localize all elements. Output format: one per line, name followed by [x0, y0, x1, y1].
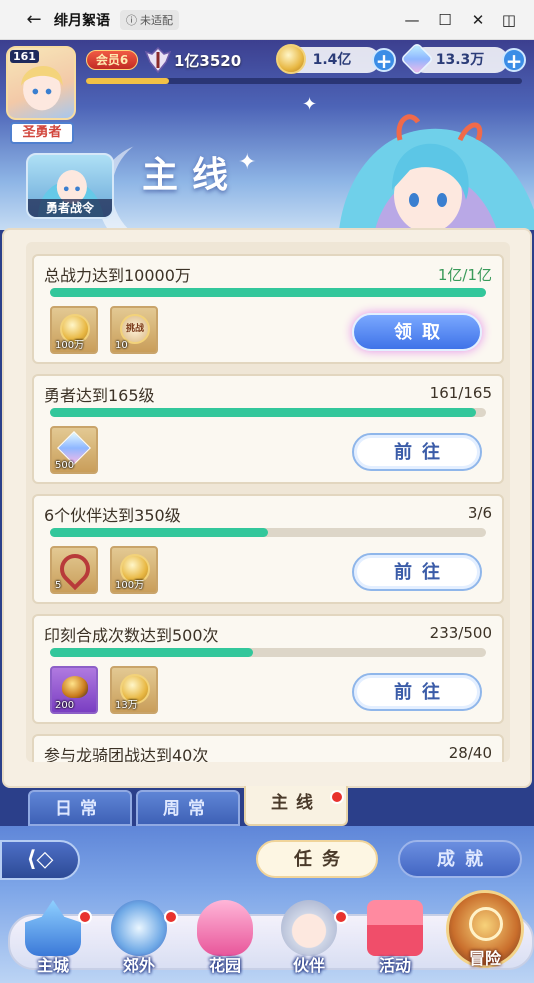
reward-item[interactable]: 13万: [110, 666, 158, 714]
reward-quantity: 10: [115, 340, 128, 351]
quest-progress-track: [50, 408, 486, 417]
quest-card: 参与龙骑团战达到40次 28/40: [32, 734, 504, 762]
window-titlebar: ← 绯月絮语 ⓘ 未适配 — ☐ ✕ ◫: [0, 0, 534, 40]
heart-icon: [197, 900, 253, 956]
exp-bar-fill: [86, 78, 169, 84]
partner-portrait-icon: [281, 900, 337, 956]
magic-circle-icon: [111, 900, 167, 956]
nav-partner-reddot: [334, 910, 348, 924]
gold-coin-icon: [276, 44, 306, 74]
nav-partner-label: 伙伴: [292, 956, 325, 975]
sparkle-icon: ✦: [302, 94, 318, 115]
quest-card: 总战力达到10000万 1亿/1亿 100万 挑战 10 领取: [32, 254, 504, 364]
quest-title: 6个伙伴达到350级: [44, 506, 181, 525]
castle-icon: [25, 900, 81, 956]
reward-item[interactable]: 100万: [110, 546, 158, 594]
tab-daily[interactable]: 日常: [28, 790, 132, 826]
challenge-badge-text: 挑战: [125, 324, 144, 334]
quest-progress-track: [50, 648, 486, 657]
tab-main-reddot: [330, 790, 344, 804]
battle-pass-button[interactable]: 勇者战令: [26, 153, 114, 219]
diamond-add-button[interactable]: +: [502, 48, 526, 72]
nav-event[interactable]: 活动: [352, 900, 438, 980]
gift-box-icon: [367, 900, 423, 956]
quest-title: 印刻合成次数达到500次: [44, 626, 219, 645]
reward-item[interactable]: 挑战 10: [110, 306, 158, 354]
quest-progress-text: 3/6: [467, 504, 492, 522]
quest-card: 6个伙伴达到350级 3/6 5 100万 前往: [32, 494, 504, 604]
reward-quantity: 13万: [115, 700, 138, 711]
quest-progress-track: [50, 288, 486, 297]
reward-item[interactable]: 100万: [50, 306, 98, 354]
nav-outskirts-label: 郊外: [122, 956, 155, 975]
reward-quantity: 100万: [55, 340, 85, 351]
imprint-stone-icon: [62, 676, 88, 698]
reward-quantity: 5: [55, 580, 62, 591]
minimize-button[interactable]: —: [400, 8, 424, 32]
player-avatar[interactable]: 161: [6, 46, 76, 120]
quest-title: 总战力达到10000万: [44, 266, 191, 285]
page-title: 主线: [142, 155, 243, 196]
avatar-portrait: [21, 66, 63, 111]
quest-progress-text: 1亿/1亿: [437, 266, 492, 284]
quest-progress-fill: [50, 528, 268, 537]
quest-card: 勇者达到165级 161/165 500 前往: [32, 374, 504, 484]
reward-item[interactable]: 200: [50, 666, 98, 714]
vip-badge[interactable]: 会员6: [86, 50, 138, 70]
quest-progress-fill: [50, 648, 253, 657]
goto-button[interactable]: 前往: [352, 553, 482, 591]
quest-title: 勇者达到165级: [44, 386, 155, 405]
heroine-illustration: [339, 114, 534, 230]
quest-card: 印刻合成次数达到500次 233/500 200 13万 前往: [32, 614, 504, 724]
task-mode-button[interactable]: 任务: [256, 840, 378, 878]
goto-button[interactable]: 前往: [352, 673, 482, 711]
reward-quantity: 100万: [115, 580, 145, 591]
compat-badge-label: 未适配: [140, 13, 173, 27]
nav-city-reddot: [78, 910, 92, 924]
nav-event-label: 活动: [378, 956, 411, 975]
quest-progress-text: 233/500: [429, 624, 492, 642]
power-crest-icon: [144, 46, 172, 74]
quest-progress-text: 28/40: [448, 744, 492, 762]
compat-badge[interactable]: ⓘ 未适配: [120, 9, 179, 30]
tab-weekly[interactable]: 周常: [136, 790, 240, 826]
back-arrow-icon[interactable]: ←: [20, 6, 48, 34]
nav-garden[interactable]: 花园: [182, 900, 268, 980]
gold-add-button[interactable]: +: [372, 48, 396, 72]
battle-pass-label: 勇者战令: [28, 199, 112, 217]
collapse-arrow-button[interactable]: ⟨◇: [0, 840, 80, 880]
combat-power-value: 1亿3520: [174, 52, 242, 70]
achievement-mode-button[interactable]: 成就: [398, 840, 522, 878]
sidebar-toggle-button[interactable]: ◫: [497, 8, 521, 32]
reward-quantity: 500: [55, 460, 75, 471]
maximize-button[interactable]: ☐: [433, 8, 457, 32]
quest-progress-text: 161/165: [429, 384, 492, 402]
goto-button[interactable]: 前往: [352, 433, 482, 471]
reward-quantity: 200: [55, 700, 75, 711]
player-rank-title: 圣勇者: [10, 122, 74, 144]
window-title: 绯月絮语: [54, 12, 110, 29]
reward-item[interactable]: 500: [50, 426, 98, 474]
quest-list[interactable]: 总战力达到10000万 1亿/1亿 100万 挑战 10 领取勇者达到165级 161/16…: [26, 242, 510, 762]
quest-progress-fill: [50, 288, 486, 297]
quest-progress-fill: [50, 408, 476, 417]
info-icon: ⓘ: [126, 13, 137, 27]
close-button[interactable]: ✕: [466, 8, 490, 32]
adventure-button[interactable]: 冒险: [446, 890, 524, 968]
compass-icon: [469, 907, 503, 941]
adventure-label: 冒险: [468, 949, 501, 968]
reward-item[interactable]: 5: [50, 546, 98, 594]
quest-progress-track: [50, 528, 486, 537]
nav-outskirts-reddot: [164, 910, 178, 924]
quest-title: 参与龙骑团战达到40次: [44, 746, 209, 762]
claim-button[interactable]: 领取: [352, 313, 482, 351]
sparkle-icon: ✦: [238, 150, 257, 175]
nav-garden-label: 花园: [208, 956, 241, 975]
